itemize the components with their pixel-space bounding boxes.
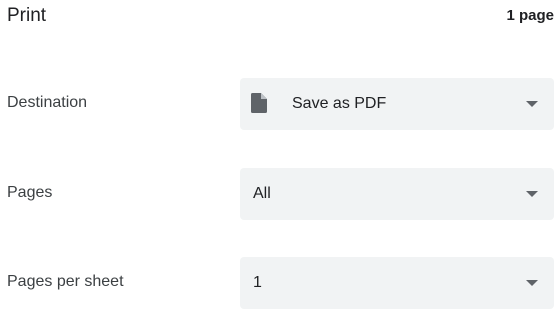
pages-per-sheet-label: Pages per sheet: [7, 273, 124, 290]
document-icon: [251, 93, 267, 113]
destination-label: Destination: [7, 94, 88, 111]
pages-row: Pages All: [0, 168, 554, 220]
pages-per-sheet-value: 1: [253, 274, 262, 291]
chevron-down-icon: [526, 280, 538, 286]
destination-select[interactable]: Save as PDF: [240, 78, 554, 130]
pages-per-sheet-row: Pages per sheet 1: [0, 257, 554, 309]
destination-value: Save as PDF: [292, 95, 387, 112]
pages-label: Pages: [7, 184, 53, 201]
pages-per-sheet-select[interactable]: 1: [240, 257, 554, 309]
chevron-down-icon: [526, 101, 538, 107]
pages-value: All: [253, 185, 271, 202]
pages-select[interactable]: All: [240, 168, 554, 220]
page-title: Print: [7, 5, 47, 26]
chevron-down-icon: [526, 191, 538, 197]
page-count: 1 page: [506, 7, 554, 24]
destination-row: Destination Save as PDF: [0, 78, 554, 130]
print-header: Print 1 page: [0, 0, 554, 40]
